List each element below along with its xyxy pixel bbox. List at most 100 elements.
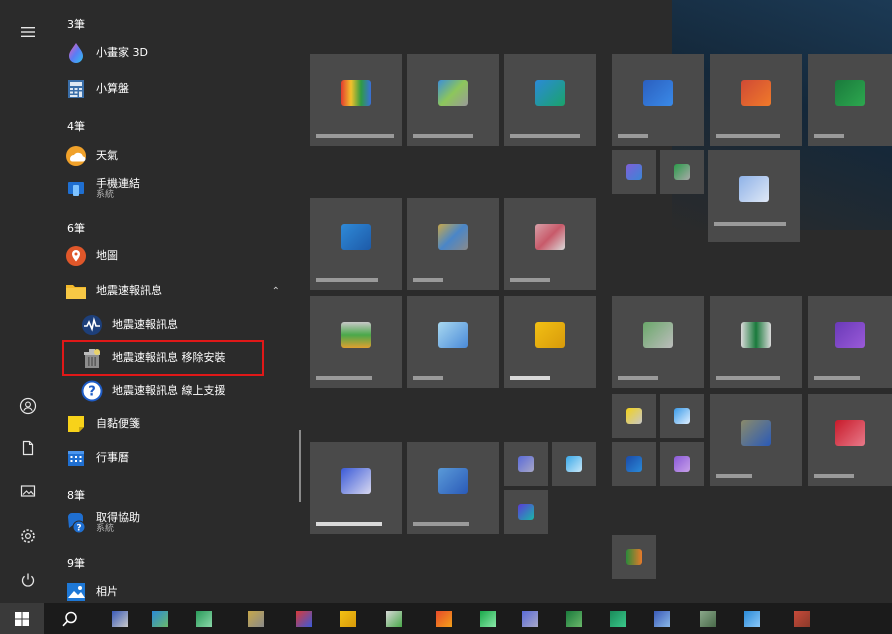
chevron-up-icon[interactable]: ⌃ (272, 286, 280, 297)
app-folder-earthquake[interactable]: 地震速報訊息 ⌃ (64, 275, 296, 307)
app-item-earthquake-support[interactable]: ? 地震速報訊息 線上支援 (80, 375, 296, 407)
tile[interactable] (660, 150, 704, 194)
taskbar (0, 603, 892, 634)
tile[interactable] (612, 54, 704, 146)
app-name: 天氣 (96, 148, 118, 162)
group-header-9[interactable]: 9筆 (67, 555, 85, 571)
taskbar-app-icon[interactable] (744, 611, 760, 627)
start-button[interactable] (0, 603, 44, 634)
tile-label-blurred (716, 376, 780, 380)
tile[interactable] (660, 442, 704, 486)
taskbar-app-icon[interactable] (248, 611, 264, 627)
tile-icon (518, 504, 534, 520)
svg-text:?: ? (88, 385, 96, 400)
app-item-sticky-notes[interactable]: 自黏便箋 (64, 408, 296, 440)
tile[interactable] (504, 198, 596, 290)
app-item-calendar[interactable]: 行事曆 (64, 442, 296, 474)
taskbar-app-icon[interactable] (152, 611, 168, 627)
tile-label-blurred (716, 474, 752, 478)
tile-icon (341, 223, 371, 250)
tile[interactable] (552, 442, 596, 486)
tile-icon (626, 549, 642, 565)
app-name: 取得協助 (96, 510, 140, 524)
taskbar-app-icon[interactable] (522, 611, 538, 627)
tile[interactable] (407, 198, 499, 290)
group-header-6[interactable]: 6筆 (67, 220, 85, 236)
tile-icon (535, 79, 565, 106)
taskbar-app-icon[interactable] (436, 611, 452, 627)
app-item-paint3d[interactable]: 小畫家 3D (64, 37, 296, 69)
tile[interactable] (612, 150, 656, 194)
tile-icon (674, 164, 690, 180)
tile[interactable] (612, 394, 656, 438)
tile[interactable] (310, 442, 402, 534)
tile[interactable] (407, 442, 499, 534)
search-icon[interactable] (50, 603, 90, 634)
group-header-4[interactable]: 4筆 (67, 118, 85, 134)
app-name: 地圖 (96, 248, 118, 262)
maps-icon (64, 244, 88, 268)
tile-label-blurred (413, 278, 443, 282)
user-account-icon[interactable] (0, 386, 56, 426)
tile[interactable] (710, 394, 802, 486)
taskbar-app-icon[interactable] (794, 611, 810, 627)
tile[interactable] (808, 394, 892, 486)
taskbar-app-icon[interactable] (196, 611, 212, 627)
tile[interactable] (407, 54, 499, 146)
taskbar-app-icon[interactable] (340, 611, 356, 627)
tile[interactable] (710, 54, 802, 146)
tile-label-blurred (814, 376, 860, 380)
taskbar-app-icon[interactable] (610, 611, 626, 627)
app-item-calculator[interactable]: 小算盤 (64, 73, 296, 105)
tile[interactable] (504, 296, 596, 388)
documents-icon[interactable] (0, 428, 56, 468)
tile[interactable] (612, 296, 704, 388)
app-item-phone-link[interactable]: 手機連結 系統 (64, 173, 296, 205)
tile[interactable] (504, 490, 548, 534)
taskbar-app-icon[interactable] (386, 611, 402, 627)
app-item-weather[interactable]: 天氣 (64, 140, 296, 172)
taskbar-app-icon[interactable] (654, 611, 670, 627)
tile[interactable] (708, 150, 800, 242)
taskbar-app-icon[interactable] (296, 611, 312, 627)
app-item-get-help[interactable]: ? 取得協助 系統 (64, 507, 296, 539)
app-item-earthquake-alert[interactable]: 地震速報訊息 (80, 309, 296, 341)
get-help-icon: ? (64, 511, 88, 535)
tile[interactable] (710, 296, 802, 388)
tile[interactable] (808, 296, 892, 388)
tile[interactable] (310, 296, 402, 388)
app-item-maps[interactable]: 地圖 (64, 240, 296, 272)
tile[interactable] (407, 296, 499, 388)
tile-icon (741, 419, 771, 446)
app-subtitle: 系統 (96, 190, 115, 201)
taskbar-app-icon[interactable] (700, 611, 716, 627)
help-icon: ? (80, 379, 104, 403)
tile-label-blurred (510, 376, 550, 380)
group-header-3[interactable]: 3筆 (67, 16, 85, 32)
hamburger-menu-icon[interactable] (0, 12, 56, 52)
tile[interactable] (504, 54, 596, 146)
tile[interactable] (310, 198, 402, 290)
tile-icon (835, 79, 865, 106)
pictures-icon[interactable] (0, 471, 56, 511)
app-name: 地震速報訊息 線上支援 (112, 383, 226, 397)
group-header-8[interactable]: 8筆 (67, 487, 85, 503)
taskbar-app-icon[interactable] (566, 611, 582, 627)
tile[interactable] (660, 394, 704, 438)
taskbar-app-icon[interactable] (112, 611, 128, 627)
tile[interactable] (504, 442, 548, 486)
power-icon[interactable] (0, 560, 56, 600)
tile-icon (835, 321, 865, 348)
tile[interactable] (808, 54, 892, 146)
app-name: 地震速報訊息 (112, 317, 178, 331)
tile[interactable] (310, 54, 402, 146)
tile-label-blurred (716, 134, 780, 138)
tile-label-blurred (510, 134, 580, 138)
app-item-photos[interactable]: 相片 (64, 576, 296, 603)
settings-icon[interactable] (0, 516, 56, 556)
scrollbar[interactable] (299, 430, 301, 502)
taskbar-app-icon[interactable] (480, 611, 496, 627)
tile[interactable] (612, 535, 656, 579)
tile-icon (438, 467, 468, 494)
tile[interactable] (612, 442, 656, 486)
